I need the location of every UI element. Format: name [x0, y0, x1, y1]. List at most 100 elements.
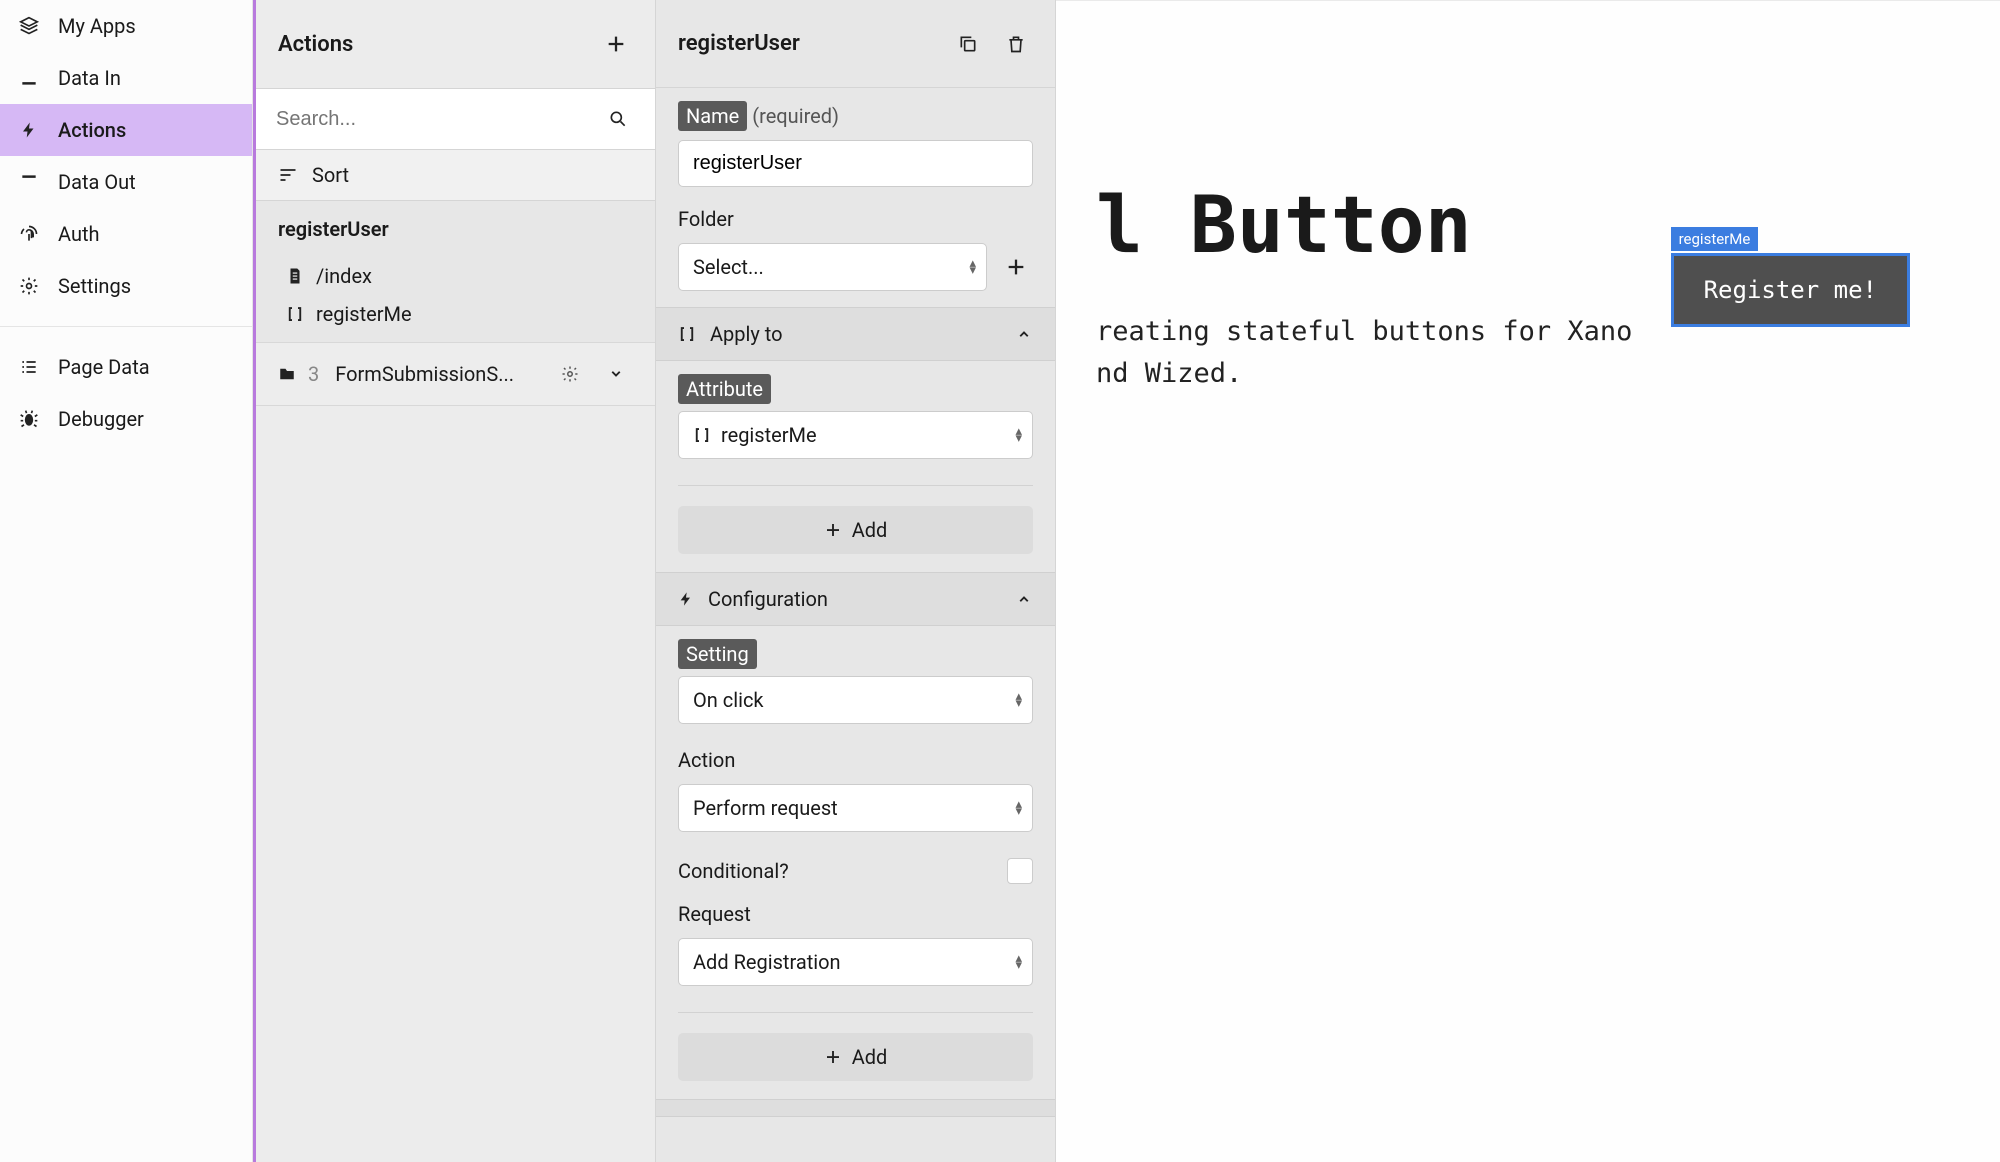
add-attribute-button[interactable]: Add — [678, 506, 1033, 554]
conditional-checkbox[interactable] — [1007, 858, 1033, 884]
details-title: registerUser — [678, 31, 800, 56]
action-page-row[interactable]: /index — [256, 257, 655, 295]
collapsed-section-peek — [656, 1099, 1055, 1117]
sidebar-item-label: Debugger — [58, 407, 144, 431]
name-chip: Name — [678, 101, 747, 131]
add-label: Add — [852, 518, 888, 542]
element-tag: registerMe — [1671, 227, 1759, 251]
sidebar-item-auth[interactable]: Auth — [0, 208, 252, 260]
brackets-icon — [693, 426, 711, 444]
sort-row[interactable]: Sort — [256, 150, 655, 201]
actions-header: Actions — [256, 0, 655, 88]
add-folder-button[interactable] — [999, 250, 1033, 284]
divider — [678, 485, 1033, 486]
folder-select-value: Select... — [693, 255, 764, 279]
chevron-up-icon — [1015, 590, 1033, 608]
folder-select[interactable]: Select... ▴▾ — [678, 243, 987, 291]
sidebar: My Apps Data In Actions Data Out Auth Se… — [0, 0, 253, 1162]
delete-button[interactable] — [999, 27, 1033, 61]
sidebar-item-debugger[interactable]: Debugger — [0, 393, 252, 445]
sidebar-item-my-apps[interactable]: My Apps — [0, 0, 252, 52]
sidebar-item-label: Page Data — [58, 355, 150, 379]
configuration-label: Configuration — [708, 587, 828, 611]
add-label: Add — [852, 1045, 888, 1069]
setting-value: On click — [693, 688, 764, 712]
page-icon — [286, 267, 304, 285]
search-input[interactable] — [276, 108, 601, 131]
request-label: Request — [656, 902, 1055, 926]
search-icon[interactable] — [601, 102, 635, 136]
request-select[interactable]: Add Registration ▴▾ — [678, 938, 1033, 986]
sidebar-item-data-out[interactable]: Data Out — [0, 156, 252, 208]
sidebar-item-actions[interactable]: Actions — [0, 104, 252, 156]
sidebar-item-page-data[interactable]: Page Data — [0, 341, 252, 393]
action-label: Action — [656, 748, 1055, 772]
sidebar-item-label: Actions — [58, 118, 126, 142]
fingerprint-icon — [18, 223, 40, 245]
list-icon — [18, 356, 40, 378]
select-caret-icon: ▴▾ — [969, 260, 976, 274]
details-header: registerUser — [656, 0, 1055, 88]
action-attr-row[interactable]: registerMe — [256, 295, 655, 342]
setting-label-row: Setting — [656, 626, 1055, 666]
action-value: Perform request — [693, 796, 838, 820]
register-button-wrap: registerMe Register me! — [1671, 253, 1910, 327]
sidebar-divider — [0, 326, 252, 327]
bolt-icon — [678, 591, 694, 607]
apply-to-label: Apply to — [710, 322, 783, 346]
add-config-button[interactable]: Add — [678, 1033, 1033, 1081]
conditional-row: Conditional? — [656, 848, 1055, 894]
folder-label: Folder — [656, 207, 1055, 231]
request-value: Add Registration — [693, 950, 841, 974]
layers-icon — [18, 15, 40, 37]
sidebar-item-label: Data In — [58, 66, 121, 90]
configuration-section[interactable]: Configuration — [656, 572, 1055, 626]
attribute-select[interactable]: registerMe ▴▾ — [678, 411, 1033, 459]
add-action-button[interactable] — [599, 27, 633, 61]
action-page-label: /index — [316, 264, 372, 288]
action-item-header[interactable]: registerUser — [256, 201, 655, 257]
details-column: registerUser Name (required) Folder Sele… — [656, 0, 1056, 1162]
name-label-row: Name (required) — [656, 88, 1055, 128]
brackets-icon — [678, 325, 696, 343]
actions-column: Actions Sort registerUser /index registe… — [253, 0, 656, 1162]
attribute-chip: Attribute — [678, 374, 771, 404]
preview-pane: l Button reating stateful buttons for Xa… — [1056, 0, 2000, 1162]
select-caret-icon: ▴▾ — [1015, 428, 1022, 442]
sidebar-item-label: Auth — [58, 222, 100, 246]
apply-to-section[interactable]: Apply to — [656, 307, 1055, 361]
sidebar-item-data-in[interactable]: Data In — [0, 52, 252, 104]
sidebar-item-label: Settings — [58, 274, 131, 298]
action-attr-label: registerMe — [316, 302, 412, 326]
divider — [678, 1012, 1033, 1013]
select-caret-icon: ▴▾ — [1015, 955, 1022, 969]
sort-label: Sort — [312, 163, 349, 187]
attribute-value: registerMe — [721, 423, 817, 447]
select-caret-icon: ▴▾ — [1015, 801, 1022, 815]
action-select[interactable]: Perform request ▴▾ — [678, 784, 1033, 832]
bolt-icon — [18, 119, 40, 141]
folder-name: FormSubmissionS... — [335, 362, 541, 386]
setting-select[interactable]: On click ▴▾ — [678, 676, 1033, 724]
sidebar-item-label: Data Out — [58, 170, 136, 194]
attribute-label-row: Attribute — [656, 361, 1055, 401]
folder-row[interactable]: 3 FormSubmissionS... — [256, 342, 655, 406]
download-icon — [18, 67, 40, 89]
bug-icon — [18, 408, 40, 430]
sidebar-item-settings[interactable]: Settings — [0, 260, 252, 312]
folder-count: 3 — [308, 362, 319, 386]
chevron-up-icon — [1015, 325, 1033, 343]
name-input[interactable] — [678, 140, 1033, 187]
folder-icon — [278, 365, 296, 383]
sidebar-item-label: My Apps — [58, 14, 136, 38]
upload-icon — [18, 171, 40, 193]
folder-expand-icon[interactable] — [599, 357, 633, 391]
register-button[interactable]: Register me! — [1671, 253, 1910, 327]
sort-icon — [278, 165, 298, 185]
conditional-label: Conditional? — [678, 859, 789, 883]
copy-button[interactable] — [951, 27, 985, 61]
folder-gear-icon[interactable] — [553, 357, 587, 391]
name-required: (required) — [752, 104, 839, 128]
select-caret-icon: ▴▾ — [1015, 693, 1022, 707]
search-row — [256, 88, 655, 150]
